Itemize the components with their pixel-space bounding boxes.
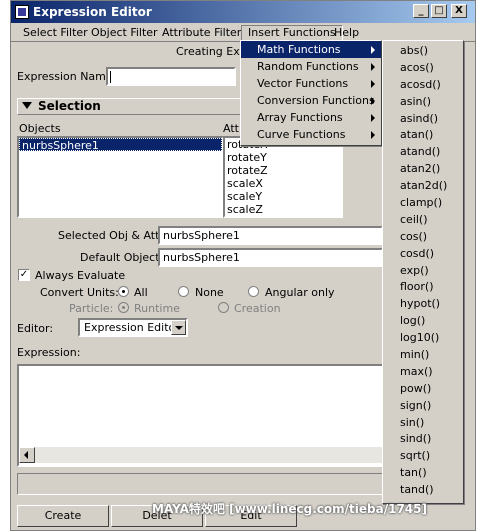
menu-help[interactable]: Help — [328, 25, 365, 41]
attribute-row-scalez[interactable]: scaleZ — [225, 203, 341, 216]
math-fn-item[interactable]: exp() — [383, 263, 463, 280]
submenu-arrow-icon — [371, 97, 375, 105]
math-fn-item[interactable]: min() — [383, 347, 463, 364]
default-object-label: Default Object — [80, 251, 160, 264]
object-row-nurbssphere1[interactable]: nurbsSphere1 — [19, 138, 222, 152]
convert-units-label: Convert Units: — [40, 286, 119, 299]
selection-title: Selection — [38, 99, 101, 113]
text-cursor — [110, 71, 111, 83]
insert-functions-menu: Math Functions Random Functions Vector F… — [240, 40, 382, 146]
menu-random-functions[interactable]: Random Functions — [241, 58, 381, 75]
math-fn-item[interactable]: atan2() — [383, 161, 463, 178]
menu-math-functions[interactable]: Math Functions — [241, 41, 381, 58]
math-fn-item[interactable]: max() — [383, 364, 463, 381]
watermark-text: MAYA特效吧 [www.linecg.com/tieba/1745] — [152, 502, 427, 516]
math-fn-item[interactable]: tan() — [383, 465, 463, 482]
convert-none-label: None — [195, 286, 224, 299]
submenu-arrow-icon — [371, 114, 375, 122]
menu-array-functions[interactable]: Array Functions — [241, 109, 381, 126]
window-title: Expression Editor — [33, 5, 152, 19]
editor-label: Editor: — [17, 322, 54, 335]
submenu-arrow-icon — [371, 63, 375, 71]
convert-none-radio[interactable] — [178, 286, 189, 297]
selected-obj-attr-field[interactable]: nurbsSphere1 — [158, 226, 383, 245]
math-fn-item[interactable]: sin() — [383, 415, 463, 432]
create-button[interactable]: Create — [17, 505, 109, 527]
expression-label: Expression: — [17, 346, 81, 359]
math-fn-item[interactable]: asind() — [383, 111, 463, 128]
title-bar[interactable]: Expression Editor _ □ X — [11, 1, 475, 23]
menu-conversion-functions[interactable]: Conversion Functions — [241, 92, 381, 109]
particle-runtime-radio[interactable] — [118, 302, 129, 313]
attributes-list[interactable]: rotateX rotateY rotateZ scaleX scaleY sc… — [223, 136, 343, 218]
close-button[interactable]: X — [451, 4, 467, 18]
math-fn-item[interactable]: acos() — [383, 60, 463, 77]
particle-label: Particle: — [69, 302, 114, 315]
attribute-row-scalex[interactable]: scaleX — [225, 177, 341, 190]
submenu-arrow-icon — [371, 46, 375, 54]
chevron-down-icon[interactable] — [171, 320, 186, 335]
submenu-arrow-icon — [371, 80, 375, 88]
math-fn-item[interactable]: atan2d() — [383, 178, 463, 195]
attribute-row-rotatey[interactable]: rotateY — [225, 151, 341, 164]
attribute-row-scaley[interactable]: scaleY — [225, 190, 341, 203]
math-fn-item[interactable]: atand() — [383, 144, 463, 161]
editor-dropdown-value: Expression Editor — [84, 321, 180, 334]
particle-creation-label: Creation — [234, 302, 281, 315]
submenu-arrow-icon — [371, 131, 375, 139]
expression-horizontal-scrollbar[interactable] — [19, 447, 385, 463]
convert-angular-radio[interactable] — [248, 286, 259, 297]
convert-angular-label: Angular only — [265, 286, 335, 299]
math-fn-item[interactable]: sign() — [383, 398, 463, 415]
particle-runtime-label: Runtime — [134, 302, 180, 315]
menu-vector-functions[interactable]: Vector Functions — [241, 75, 381, 92]
selected-obj-attr-label: Selected Obj & Attr — [58, 229, 164, 242]
default-object-field[interactable]: nurbsSphere1 — [158, 248, 383, 267]
minimize-button[interactable]: _ — [413, 4, 429, 18]
expression-name-label: Expression Name — [17, 70, 113, 83]
math-fn-item[interactable]: abs() — [383, 43, 463, 60]
scroll-left-icon[interactable] — [19, 447, 35, 463]
math-fn-item[interactable]: log10() — [383, 330, 463, 347]
math-fn-item[interactable]: tand() — [383, 482, 463, 499]
math-fn-item[interactable]: ceil() — [383, 212, 463, 229]
math-fn-item[interactable]: pow() — [383, 381, 463, 398]
math-functions-submenu: abs() acos() acosd() asin() asind() atan() ata… — [382, 40, 464, 504]
objects-label: Objects — [19, 122, 61, 135]
math-fn-item[interactable]: clamp() — [383, 195, 463, 212]
math-fn-item[interactable]: cosd() — [383, 246, 463, 263]
menu-object-filter[interactable]: Object Filter — [85, 25, 164, 41]
math-fn-item[interactable]: sind() — [383, 431, 463, 448]
maya-app-icon — [15, 5, 29, 19]
math-fn-item[interactable]: hypot() — [383, 296, 463, 313]
editor-dropdown[interactable]: Expression Editor — [78, 318, 188, 337]
math-fn-item[interactable]: asin() — [383, 94, 463, 111]
math-fn-item[interactable]: cos() — [383, 229, 463, 246]
status-bar — [17, 473, 387, 495]
particle-creation-radio[interactable] — [218, 302, 229, 313]
math-fn-item[interactable]: sqrt() — [383, 448, 463, 465]
always-evaluate-label: Always Evaluate — [35, 269, 126, 282]
convert-all-label: All — [134, 286, 148, 299]
math-fn-item[interactable]: atan() — [383, 127, 463, 144]
menu-attribute-filter[interactable]: Attribute Filter — [156, 25, 247, 41]
math-fn-item[interactable]: floor() — [383, 279, 463, 296]
maximize-button[interactable]: □ — [431, 4, 447, 18]
attribute-row-rotatez[interactable]: rotateZ — [225, 164, 341, 177]
collapse-triangle-icon[interactable] — [22, 102, 32, 109]
menu-select-filter[interactable]: Select Filter — [17, 25, 94, 41]
expression-name-input[interactable] — [106, 67, 236, 86]
menu-curve-functions[interactable]: Curve Functions — [241, 126, 381, 143]
always-evaluate-checkbox[interactable]: ✓ — [18, 269, 30, 281]
objects-list[interactable]: nurbsSphere1 — [17, 136, 224, 218]
convert-all-radio[interactable] — [118, 286, 129, 297]
math-fn-item[interactable]: log() — [383, 313, 463, 330]
math-fn-item[interactable]: acosd() — [383, 77, 463, 94]
